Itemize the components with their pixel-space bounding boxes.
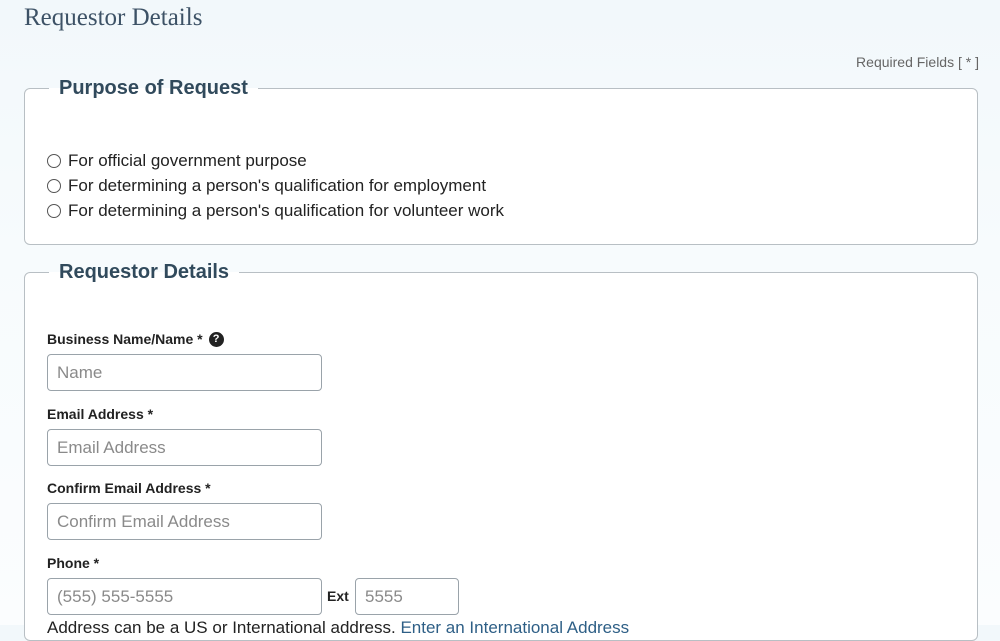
phone-input[interactable] [47, 578, 322, 615]
confirm-email-input[interactable] [47, 503, 322, 540]
phone-label: Phone * [47, 555, 100, 571]
phone-ext-input[interactable] [355, 578, 459, 615]
required-fields-note: Required Fields [ * ] [856, 54, 979, 70]
page-title: Requestor Details [24, 4, 203, 31]
ext-label: Ext [327, 588, 349, 604]
address-note-text: Address can be a US or International add… [47, 618, 396, 637]
purpose-option-employment[interactable]: For determining a person's qualification… [47, 173, 504, 198]
radio-button[interactable] [47, 203, 61, 218]
requestor-section-legend: Requestor Details [59, 261, 230, 283]
radio-button[interactable] [47, 178, 61, 193]
radio-label: For official government purpose [68, 150, 307, 170]
address-note: Address can be a US or International add… [47, 618, 629, 638]
requestor-details-section: Requestor Details Business Name/Name * ?… [24, 261, 978, 641]
purpose-of-request-section: Purpose of Request For official governme… [24, 77, 978, 245]
question-circle-icon[interactable]: ? [208, 331, 224, 347]
email-input[interactable] [47, 429, 322, 466]
purpose-option-volunteer[interactable]: For determining a person's qualification… [47, 198, 504, 223]
radio-button[interactable] [47, 153, 61, 168]
business-name-input[interactable] [47, 354, 322, 391]
business-name-label-text: Business Name/Name * [47, 331, 203, 347]
international-address-link[interactable]: Enter an International Address [400, 618, 629, 637]
purpose-radio-group: For official government purpose For dete… [47, 148, 504, 223]
confirm-email-label: Confirm Email Address * [47, 480, 211, 496]
radio-label: For determining a person's qualification… [68, 175, 487, 195]
purpose-section-legend: Purpose of Request [59, 77, 248, 99]
email-label: Email Address * [47, 406, 154, 422]
purpose-option-government[interactable]: For official government purpose [47, 148, 504, 173]
business-name-label: Business Name/Name * ? [47, 331, 224, 347]
radio-label: For determining a person's qualification… [68, 200, 505, 220]
